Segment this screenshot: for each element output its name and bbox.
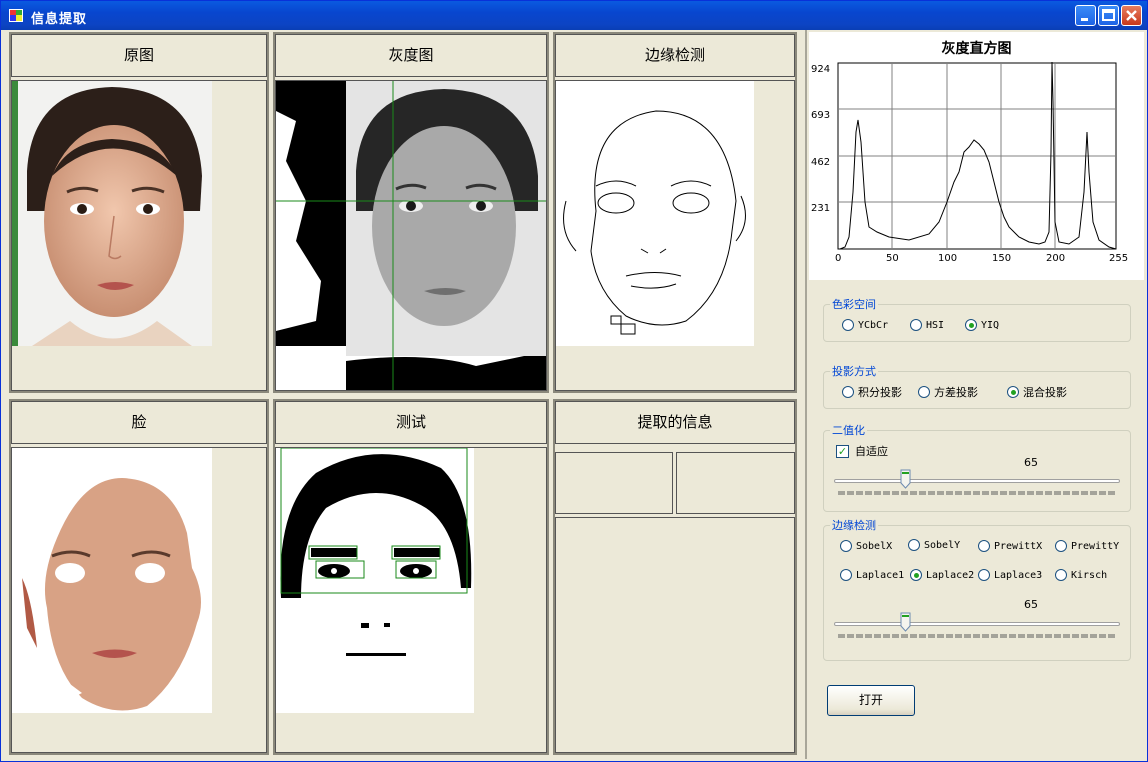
extracted-panel: 提取的信息 — [553, 399, 797, 755]
color-space-group: 色彩空间 YCbCr HSI YIQ — [823, 296, 1131, 342]
checkmark-icon: ✓ — [836, 444, 849, 458]
radio-prewittx[interactable]: PrewittX — [978, 540, 1042, 552]
radio-kirsch[interactable]: Kirsch — [1055, 569, 1107, 581]
radio-icon — [918, 386, 930, 398]
x-tick-200: 200 — [1046, 253, 1065, 264]
minimize-icon — [1081, 18, 1088, 21]
edge-detect-group: 边缘检测 SobelX SobelY PrewittX PrewittY Lap… — [823, 517, 1131, 661]
test-caption: 测试 — [275, 401, 547, 444]
radio-icon — [842, 319, 854, 331]
edge-detect-image — [556, 81, 754, 346]
radio-icon — [910, 319, 922, 331]
binarize-group: 二值化 ✓ 自适应 65 — [823, 422, 1131, 512]
radio-sobelx[interactable]: SobelX — [840, 540, 892, 552]
radio-ycbcr[interactable]: YCbCr — [842, 319, 888, 331]
edge-caption: 边缘检测 — [555, 34, 795, 77]
y-tick-693: 693 — [811, 110, 830, 121]
original-face-image — [12, 81, 212, 346]
minimize-button[interactable] — [1075, 5, 1096, 26]
control-panel: 灰度直方图 924 693 462 231 0 50 100 150 200 2… — [805, 30, 1145, 759]
x-tick-0: 0 — [835, 253, 841, 264]
gray-image-box — [275, 80, 547, 391]
edge-panel: 边缘检测 — [553, 32, 797, 393]
face-caption: 脸 — [11, 401, 267, 444]
title-bar[interactable]: 信息提取 — [1, 1, 1147, 30]
test-image-box — [275, 447, 547, 753]
close-icon — [1126, 10, 1137, 21]
original-panel: 原图 — [9, 32, 269, 393]
color-space-label: 色彩空间 — [830, 296, 878, 312]
slider-thumb[interactable] — [900, 469, 911, 489]
radio-laplace2[interactable]: Laplace2 — [910, 569, 974, 581]
gray-caption: 灰度图 — [275, 34, 547, 77]
radio-laplace1[interactable]: Laplace1 — [840, 569, 904, 581]
radio-yiq[interactable]: YIQ — [965, 319, 999, 331]
slider-track — [834, 622, 1120, 626]
edge-detect-label: 边缘检测 — [830, 517, 878, 533]
maximize-icon — [1102, 9, 1115, 21]
radio-prewitty[interactable]: PrewittY — [1055, 540, 1119, 552]
radio-selected-icon — [1007, 386, 1019, 398]
y-tick-231: 231 — [811, 203, 830, 214]
face-image-box — [11, 447, 267, 753]
slider-ticks — [838, 491, 1116, 495]
binarize-label: 二值化 — [830, 422, 867, 438]
y-tick-462: 462 — [811, 157, 830, 168]
window-title: 信息提取 — [31, 12, 88, 27]
radio-selected-icon — [965, 319, 977, 331]
radio-sobely[interactable]: SobelY — [908, 539, 960, 551]
maximize-button[interactable] — [1098, 5, 1119, 26]
radio-icon — [978, 569, 990, 581]
x-tick-150: 150 — [992, 253, 1011, 264]
slider-thumb[interactable] — [900, 612, 911, 632]
histogram-chart: 灰度直方图 924 693 462 231 0 50 100 150 200 2… — [809, 32, 1144, 280]
edge-image-box — [555, 80, 795, 391]
radio-icon — [840, 569, 852, 581]
radio-selected-icon — [910, 569, 922, 581]
test-panel: 测试 — [273, 399, 549, 755]
app-icon — [9, 9, 23, 22]
extracted-caption: 提取的信息 — [555, 401, 795, 444]
face-panel: 脸 — [9, 399, 269, 755]
binarize-slider[interactable] — [834, 461, 1120, 501]
original-caption: 原图 — [11, 34, 267, 77]
original-image-box — [11, 80, 267, 391]
x-tick-100: 100 — [938, 253, 957, 264]
face-segment-image — [12, 448, 212, 713]
binarized-test-image — [276, 448, 474, 713]
radio-variance-projection[interactable]: 方差投影 — [918, 384, 978, 400]
radio-hsi[interactable]: HSI — [910, 319, 944, 331]
client-area: 原图 灰度图 边缘检测 脸 测试 提取的信息 灰度直方图 924 693 462… — [5, 30, 1145, 759]
adaptive-checkbox[interactable]: ✓ 自适应 — [836, 443, 888, 459]
radio-icon — [908, 539, 920, 551]
projection-label: 投影方式 — [830, 363, 878, 379]
x-tick-50: 50 — [886, 253, 899, 264]
extracted-box-left — [555, 452, 673, 514]
radio-icon — [1055, 569, 1067, 581]
main-window: 信息提取 原图 灰度图 边缘检测 脸 测试 提取的信息 灰度直方图 924 69… — [0, 0, 1148, 762]
radio-icon — [978, 540, 990, 552]
edge-detect-slider[interactable] — [834, 604, 1120, 644]
y-tick-924: 924 — [811, 64, 830, 75]
close-button[interactable] — [1121, 5, 1142, 26]
slider-ticks — [838, 634, 1116, 638]
x-tick-255: 255 — [1109, 253, 1128, 264]
gray-face-image — [276, 81, 546, 390]
histogram-plot: 924 693 462 231 0 50 100 150 200 255 — [811, 61, 1128, 264]
extracted-box-main — [555, 517, 795, 753]
open-button[interactable]: 打开 — [827, 685, 915, 716]
radio-icon — [842, 386, 854, 398]
gray-panel: 灰度图 — [273, 32, 549, 393]
radio-laplace3[interactable]: Laplace3 — [978, 569, 1042, 581]
radio-icon — [840, 540, 852, 552]
radio-hybrid-projection[interactable]: 混合投影 — [1007, 384, 1067, 400]
slider-track — [834, 479, 1120, 483]
projection-group: 投影方式 积分投影 方差投影 混合投影 — [823, 363, 1131, 409]
radio-integral-projection[interactable]: 积分投影 — [842, 384, 902, 400]
radio-icon — [1055, 540, 1067, 552]
extracted-box-right — [676, 452, 795, 514]
